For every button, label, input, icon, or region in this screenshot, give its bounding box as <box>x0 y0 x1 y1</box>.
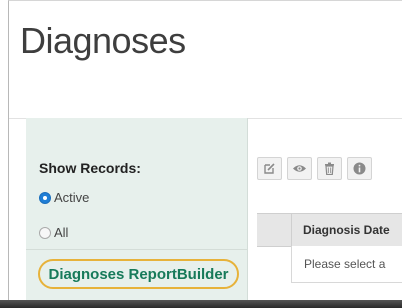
filter-all-option[interactable]: All <box>39 225 68 240</box>
filter-active-option[interactable]: Active <box>39 190 89 205</box>
empty-message: Please select a <box>304 257 386 271</box>
records-grid: Diagnosis Date Please select a <box>257 213 402 301</box>
column-header-diagnosis-date[interactable]: Diagnosis Date <box>303 223 390 237</box>
info-button[interactable] <box>347 157 372 180</box>
radio-active[interactable] <box>39 191 51 204</box>
report-builder-link[interactable]: Diagnoses ReportBuilder <box>38 259 239 289</box>
grid-empty-row: Please select a <box>291 246 402 283</box>
view-button[interactable] <box>287 157 312 180</box>
grid-select-column[interactable] <box>257 214 292 246</box>
delete-button[interactable] <box>317 157 342 180</box>
trash-icon <box>325 162 334 175</box>
sidebar: Show Records: Active All Diagnoses Repor… <box>26 118 248 301</box>
edit-icon <box>264 163 275 174</box>
app-window: Diagnoses Show Records: Active All Diagn… <box>8 0 402 301</box>
sidebar-divider <box>26 249 247 250</box>
info-icon <box>353 162 366 175</box>
edit-button[interactable] <box>257 157 282 180</box>
filter-all-label: All <box>54 225 69 240</box>
grid-header: Diagnosis Date <box>257 213 402 247</box>
record-toolbar <box>257 157 377 180</box>
show-records-label: Show Records: <box>39 160 141 176</box>
filter-active-label: Active <box>54 190 90 205</box>
page-title: Diagnoses <box>20 20 186 61</box>
radio-all[interactable] <box>39 226 51 239</box>
window-bottom-edge <box>0 300 402 308</box>
eye-icon <box>293 165 306 172</box>
